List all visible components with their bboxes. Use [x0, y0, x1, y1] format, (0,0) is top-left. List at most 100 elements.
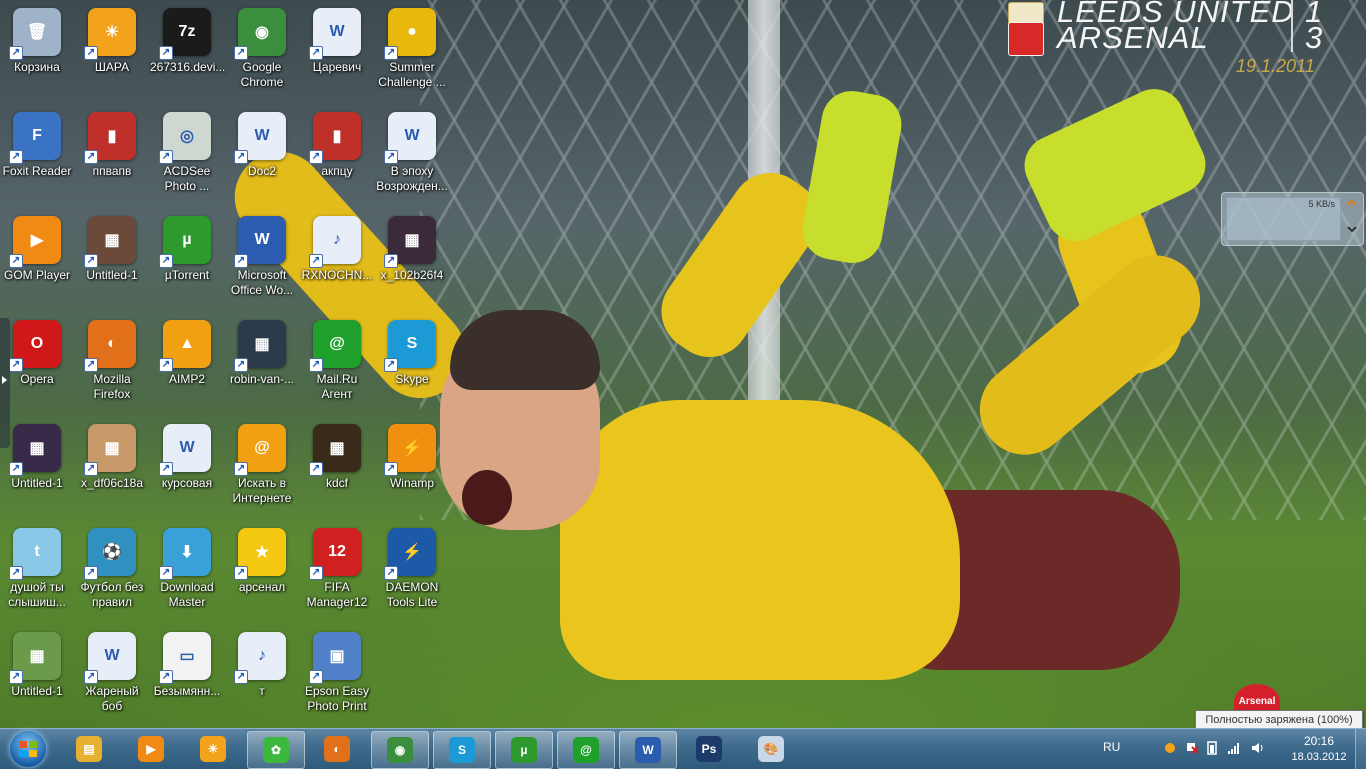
arsenal-crest-icon	[1008, 22, 1044, 56]
desktop-icon[interactable]: ▦ ↗ x_102b26f4	[374, 208, 450, 308]
network-meter-gadget[interactable]: 5 KB/s	[1221, 192, 1364, 246]
language-indicator[interactable]: RU	[1103, 740, 1120, 754]
taskbar-button[interactable]: ✿	[247, 731, 305, 769]
taskbar-button[interactable]: @	[557, 731, 615, 769]
taskbar-button[interactable]: Ps	[681, 731, 737, 767]
desktop-icon[interactable]: S ↗ Skype	[374, 312, 450, 412]
shortcut-arrow-icon: ↗	[9, 358, 23, 372]
desktop-icon[interactable]: µ ↗ µTorrent	[149, 208, 225, 308]
desktop-icon[interactable]: 7z ↗ 267316.devi...	[149, 0, 225, 100]
desktop-icon[interactable]: 🗑 ↗ Корзина	[0, 0, 75, 100]
desktop-icon[interactable]: F ↗ Foxit Reader	[0, 104, 75, 204]
desktop-icon[interactable]: @ ↗ Mail.Ru Агент	[299, 312, 375, 412]
desktop[interactable]: 🗑 ↗ Корзина ☀ ↗ ШАРА 7z ↗ 267316.devi... ◉ ↗ Google…	[0, 0, 1366, 728]
word-doc-icon: W ↗	[384, 112, 436, 164]
desktop-icon[interactable]: ♪ ↗ т	[224, 624, 300, 724]
volume-icon[interactable]	[1251, 741, 1265, 755]
desktop-icon[interactable]: ♪ ↗ RXNOCHN...	[299, 208, 375, 308]
clock[interactable]: 20:16 18.03.2012	[1278, 733, 1360, 765]
taskbar-button[interactable]: 🎨	[743, 731, 799, 767]
desktop-icon[interactable]: W ↗ Doc2	[224, 104, 300, 204]
chevron-down-icon[interactable]	[1344, 197, 1360, 239]
shortcut-arrow-icon: ↗	[309, 462, 323, 476]
taskbar-button[interactable]: ◐	[309, 731, 365, 767]
flag-alert-icon[interactable]	[1185, 741, 1199, 755]
taskbar-button[interactable]: ☀	[185, 731, 241, 767]
sidebar-expand-tab[interactable]	[0, 318, 10, 448]
desktop-icon-label: Искать в Интернете	[232, 476, 292, 505]
skype-icon: S ↗	[384, 320, 436, 372]
taskbar-button[interactable]: ▤	[61, 731, 117, 767]
shortcut-arrow-icon: ↗	[159, 254, 173, 268]
desktop-icon[interactable]: ▣ ↗ Epson Easy Photo Print	[299, 624, 375, 724]
start-button[interactable]	[2, 729, 56, 769]
signal-bars-icon[interactable]	[1227, 741, 1241, 755]
desktop-icon-label: Epson Easy Photo Print	[304, 684, 370, 713]
taskbar-button[interactable]: µ	[495, 731, 553, 769]
firefox-icon: ◐	[324, 736, 350, 762]
desktop-icon[interactable]: ⚡ ↗ DAEMON Tools Lite	[374, 520, 450, 620]
desktop-icon[interactable]: ▶ ↗ GOM Player	[0, 208, 75, 308]
word-doc-icon: W ↗	[234, 112, 286, 164]
desktop-icon[interactable]: t ↗ душой ты слышиш...	[0, 520, 75, 620]
desktop-icon-label: 267316.devi...	[150, 60, 226, 74]
shortcut-arrow-icon: ↗	[9, 566, 23, 580]
desktop-icon[interactable]: W ↗ В эпоху Возрожден...	[374, 104, 450, 204]
taskbar-button[interactable]: ▶	[123, 731, 179, 767]
desktop-icon[interactable]: ▲ ↗ AIMP2	[149, 312, 225, 412]
aimp-icon: ▲ ↗	[159, 320, 211, 372]
shortcut-arrow-icon: ↗	[159, 670, 173, 684]
desktop-icon[interactable]: ▦ ↗ Untitled-1	[0, 416, 75, 516]
desktop-icon-label: AIMP2	[168, 372, 205, 386]
gadget-controls[interactable]	[1344, 197, 1360, 239]
desktop-icon[interactable]: ▦ ↗ kdcf	[299, 416, 375, 516]
shortcut-arrow-icon: ↗	[309, 358, 323, 372]
shortcut-arrow-icon: ↗	[384, 254, 398, 268]
show-desktop-button[interactable]	[1355, 729, 1366, 769]
desktop-icon-label: ACDSee Photo ...	[163, 164, 211, 193]
battery-icon[interactable]	[1205, 741, 1219, 755]
desktop-icon[interactable]: ◎ ↗ ACDSee Photo ...	[149, 104, 225, 204]
coin-icon: ● ↗	[384, 8, 436, 60]
shortcut-arrow-icon: ↗	[234, 150, 248, 164]
desktop-icon[interactable]: ◉ ↗ Google Chrome	[224, 0, 300, 100]
shortcut-arrow-icon: ↗	[384, 566, 398, 580]
desktop-icon[interactable]: ⚽ ↗ Футбол без правил	[74, 520, 150, 620]
taskbar-button[interactable]: ◉	[371, 731, 429, 769]
desktop-icon[interactable]: ▦ ↗ Untitled-1	[0, 624, 75, 724]
opera-icon: O ↗	[9, 320, 61, 372]
desktop-icon[interactable]: ★ ↗ арсенал	[224, 520, 300, 620]
desktop-icon[interactable]: W ↗ Царевич	[299, 0, 375, 100]
taskbar-button[interactable]: S	[433, 731, 491, 769]
desktop-icon-label: robin-van-...	[229, 372, 295, 386]
desktop-icon[interactable]: ▦ ↗ robin-van-...	[224, 312, 300, 412]
desktop-icon-label: Mozilla Firefox	[93, 372, 131, 401]
taskbar-button[interactable]: W	[619, 731, 677, 769]
desktop-icon[interactable]: ▭ ↗ Безымянн...	[149, 624, 225, 724]
mp3-icon: ♪ ↗	[234, 632, 286, 684]
desktop-icon[interactable]: ☀ ↗ ШАРА	[74, 0, 150, 100]
desktop-icon[interactable]: W ↗ Microsoft Office Wo...	[224, 208, 300, 308]
desktop-icon[interactable]: ▦ ↗ Untitled-1	[74, 208, 150, 308]
desktop-icon[interactable]: 12 ↗ FIFA Manager12	[299, 520, 375, 620]
desktop-icon[interactable]: W ↗ Жареный боб	[74, 624, 150, 724]
star-icon: ★ ↗	[234, 528, 286, 580]
desktop-icon[interactable]: ▦ ↗ x_df06c18a	[74, 416, 150, 516]
desktop-icon-label: Foxit Reader	[2, 164, 72, 178]
battery-tooltip: Полностью заряжена (100%)	[1195, 710, 1363, 728]
sun-tray-icon[interactable]	[1163, 741, 1177, 755]
shortcut-arrow-icon: ↗	[309, 46, 323, 60]
desktop-icon[interactable]: ⚡ ↗ Winamp	[374, 416, 450, 516]
desktop-icon[interactable]: ⬇ ↗ Download Master	[149, 520, 225, 620]
gom-player-icon: ▶ ↗	[9, 216, 61, 268]
desktop-icon[interactable]: W ↗ курсовая	[149, 416, 225, 516]
desktop-icon[interactable]: ▮ ↗ акпцу	[299, 104, 375, 204]
desktop-icon[interactable]: ◐ ↗ Mozilla Firefox	[74, 312, 150, 412]
desktop-icon[interactable]: @ ↗ Искать в Интернете	[224, 416, 300, 516]
desktop-icon[interactable]: ▮ ↗ ппвапв	[74, 104, 150, 204]
desktop-icon[interactable]: O ↗ Opera	[0, 312, 75, 412]
shortcut-arrow-icon: ↗	[234, 46, 248, 60]
desktop-icon[interactable]: ● ↗ Summer Challenge ...	[374, 0, 450, 100]
sun-folder-icon: ☀	[200, 736, 226, 762]
shortcut-arrow-icon: ↗	[309, 566, 323, 580]
